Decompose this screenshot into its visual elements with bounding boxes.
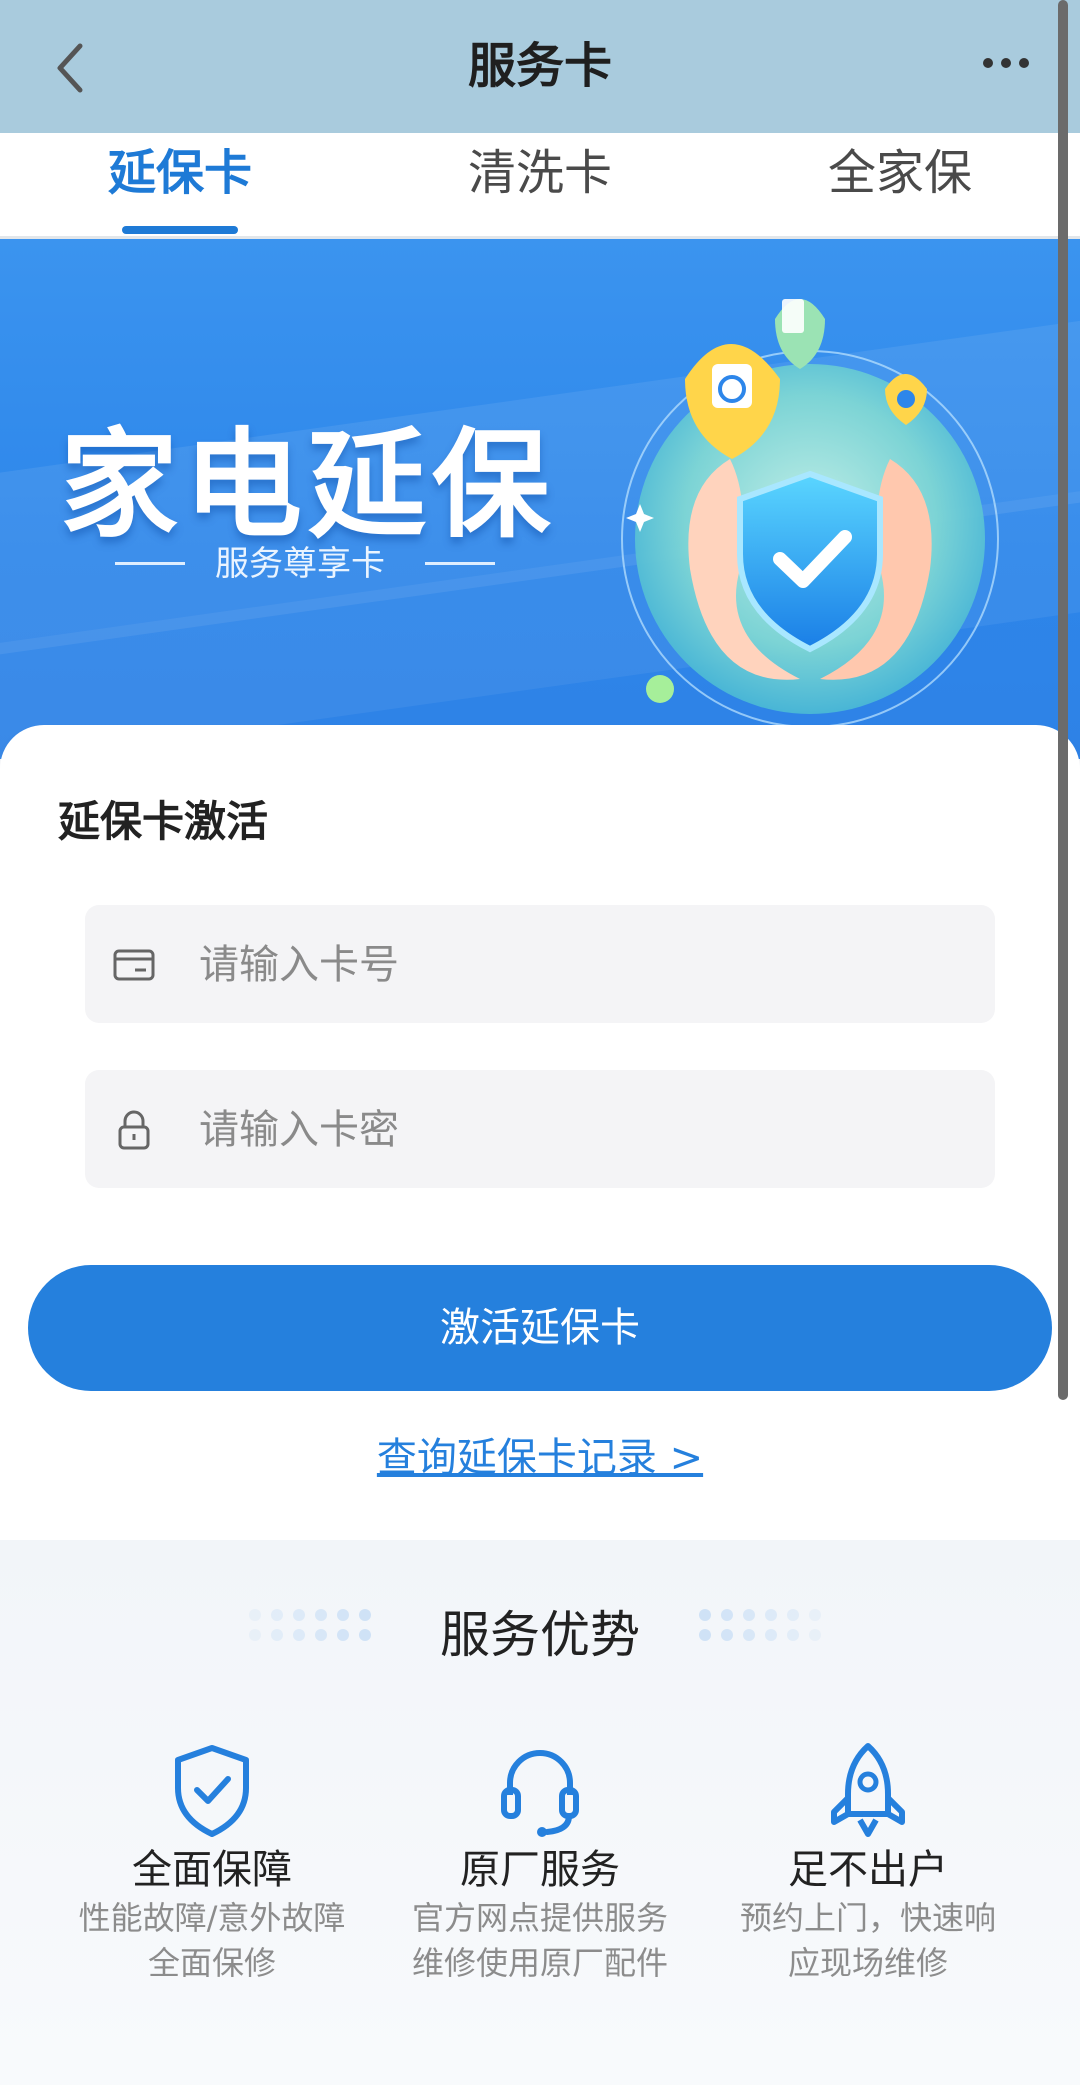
feature-title: 全面保障	[132, 1847, 292, 1893]
feature-full-coverage: 全面保障 性能故障/意外故障 全面保修	[52, 1740, 372, 1986]
lock-icon	[118, 1110, 150, 1150]
active-tab-indicator	[122, 226, 238, 234]
advantages-title: 服务优势	[440, 1606, 640, 1664]
feature-home-service: 足不出户 预约上门，快速响 应现场维修	[708, 1740, 1028, 1986]
more-dots-icon[interactable]	[980, 52, 1032, 74]
feature-desc: 性能故障/意外故障	[78, 1899, 346, 1937]
query-records-link[interactable]: 查询延保卡记录 >	[0, 1425, 1080, 1483]
card-number-input[interactable]	[197, 905, 961, 1025]
feature-desc: 官方网点提供服务	[411, 1899, 668, 1937]
card-icon	[113, 949, 155, 981]
feature-desc: 预约上门，快速响	[739, 1899, 996, 1937]
card-password-input[interactable]	[197, 1070, 961, 1190]
headset-icon	[501, 1750, 579, 1837]
rocket-icon	[831, 1743, 905, 1837]
feature-original-service: 原厂服务 官方网点提供服务 维修使用原厂配件	[380, 1740, 700, 1986]
tab-cleaning-card[interactable]: 清洗卡	[440, 133, 640, 236]
hands-shield-illustration	[621, 299, 999, 728]
tab-extended-warranty[interactable]: 延保卡	[80, 133, 280, 236]
title-bar: 服务卡	[0, 0, 1080, 133]
feature-title: 足不出户	[788, 1847, 948, 1893]
banner-subtitle-group: 服务尊享卡	[110, 534, 495, 594]
activation-title: 延保卡激活	[58, 797, 269, 846]
activate-card-button[interactable]: 激活延保卡	[28, 1265, 1052, 1391]
page-title: 服务卡	[467, 38, 612, 94]
feature-title: 原厂服务	[460, 1847, 620, 1893]
dots-decoration-right	[699, 1609, 821, 1641]
vertical-scrollbar[interactable]	[1058, 0, 1068, 1400]
tab-family-warranty[interactable]: 全家保	[800, 133, 1000, 236]
feature-desc: 全面保修	[147, 1944, 276, 1982]
card-number-field[interactable]	[85, 905, 995, 1025]
promo-banner: 家电延保 服务尊享卡	[0, 239, 1080, 759]
shield-check-icon	[175, 1745, 249, 1837]
divider	[425, 562, 495, 565]
feature-desc: 应现场维修	[787, 1944, 948, 1982]
feature-desc: 维修使用原厂配件	[411, 1944, 668, 1982]
card-password-field[interactable]	[85, 1070, 995, 1190]
tab-bar: 延保卡 清洗卡 全家保	[0, 133, 1080, 239]
